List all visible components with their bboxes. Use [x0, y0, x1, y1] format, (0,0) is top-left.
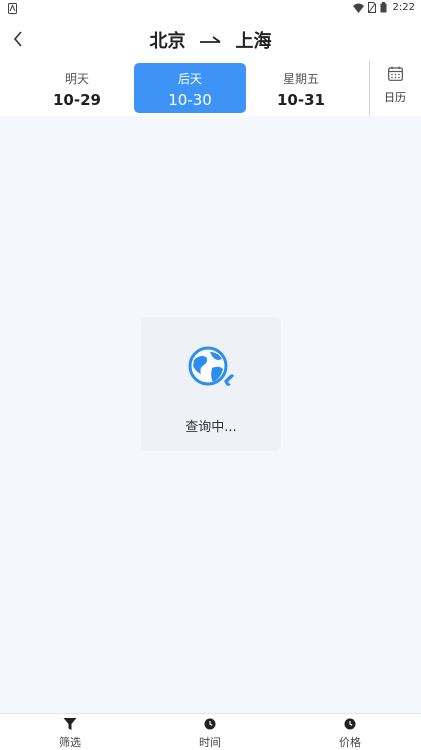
sort-by-price-button[interactable]: 价格	[315, 717, 385, 750]
route-arrow-icon	[199, 31, 222, 50]
status-indicators: 2:22	[352, 2, 415, 13]
date-tab-date: 10-30	[168, 91, 212, 109]
date-tab-day-after-tomorrow[interactable]: 后天 10-30	[134, 63, 246, 113]
header: 北京 上海	[0, 18, 421, 60]
route-title: 北京 上海	[0, 27, 421, 53]
to-city: 上海	[235, 31, 272, 52]
status-bar: 2:22	[0, 0, 421, 18]
filter-icon	[63, 718, 77, 730]
filter-label: 筛选	[59, 736, 81, 749]
date-tab-date: 10-29	[53, 91, 101, 109]
sort-by-time-button[interactable]: 时间	[175, 717, 245, 750]
calendar-button[interactable]: 日历	[372, 66, 418, 112]
date-tab-day: 星期五	[282, 72, 319, 86]
date-tab-tomorrow[interactable]: 明天 10-29	[21, 63, 133, 113]
date-tab-date: 10-31	[277, 91, 325, 109]
time-label: 时间	[199, 736, 221, 749]
status-time: 2:22	[392, 2, 415, 13]
date-selector: 明天 10-29 后天 10-30 星期五 10-31 日历	[0, 60, 421, 116]
filter-button[interactable]: 筛选	[35, 717, 105, 750]
app-notification-icon	[8, 3, 17, 14]
calendar-label: 日历	[384, 91, 406, 104]
clock-icon	[344, 718, 356, 730]
clock-icon	[204, 718, 216, 730]
bottom-toolbar: 筛选 时间 价格	[0, 713, 421, 750]
loading-text: 查询中...	[185, 420, 237, 435]
divider	[369, 60, 370, 116]
date-tab-friday[interactable]: 星期五 10-31	[245, 63, 357, 113]
wifi-icon	[352, 3, 364, 13]
battery-icon	[380, 2, 387, 13]
globe-icon	[188, 346, 234, 386]
calendar-icon	[387, 66, 403, 81]
no-sim-icon	[367, 2, 376, 13]
loading-indicator: 查询中...	[141, 317, 281, 451]
from-city: 北京	[149, 31, 186, 52]
date-tab-day: 明天	[64, 72, 89, 86]
date-tab-day: 后天	[177, 72, 202, 86]
price-label: 价格	[339, 736, 361, 749]
